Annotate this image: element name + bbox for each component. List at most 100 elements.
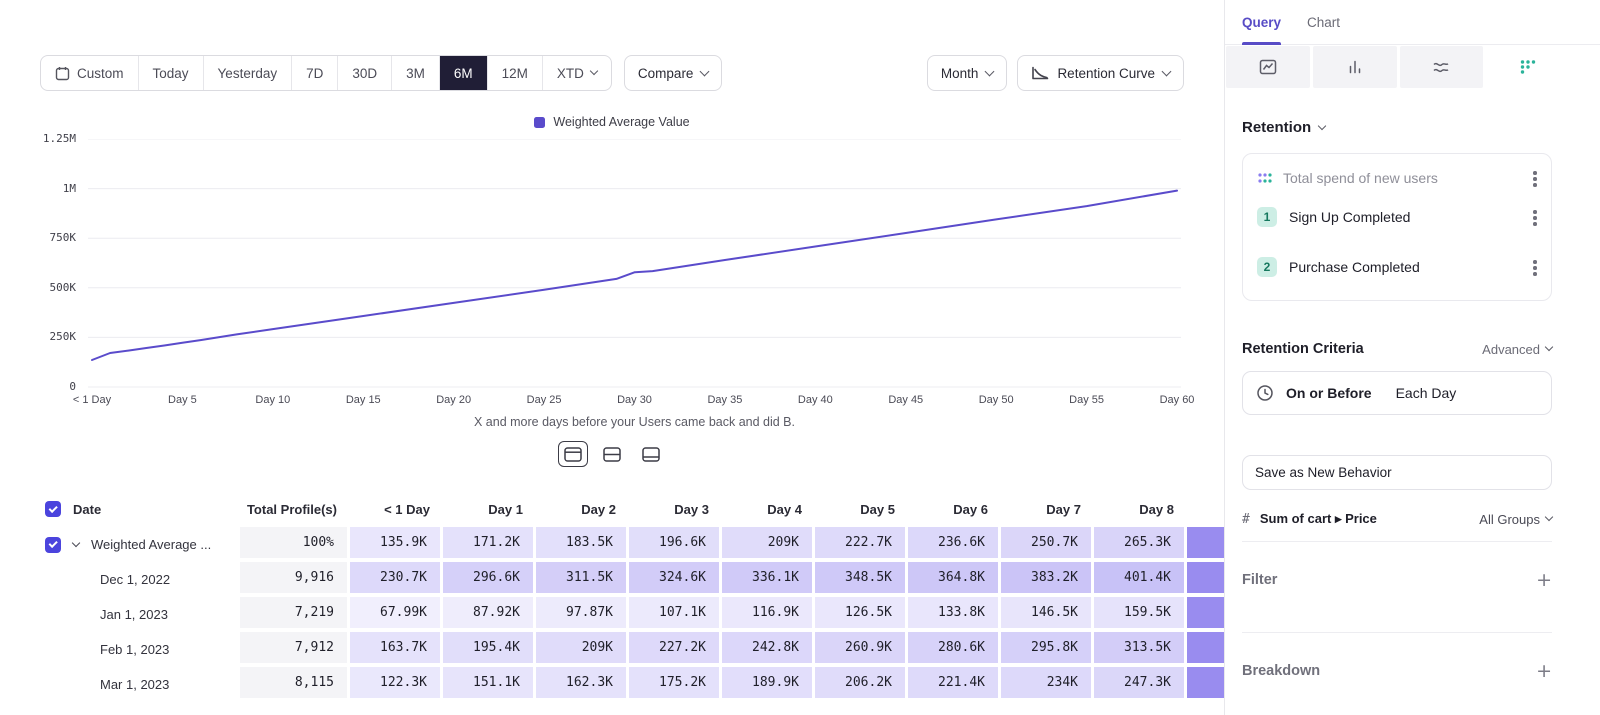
retention-value-cell[interactable]: 159.5K [1094,597,1187,632]
retention-value-cell[interactable]: 348.5K [815,562,908,597]
report-type-label: Retention [1242,119,1311,136]
retention-value-cell[interactable]: 227.2K [629,632,722,667]
row-label: Jan 1, 2023 [100,607,168,622]
retention-value-cell[interactable]: 296.6K [443,562,536,597]
criteria-frequency-select[interactable]: Each Day [1396,385,1457,401]
behavior-title-row[interactable]: Total spend of new users [1249,160,1545,192]
range-today[interactable]: Today [139,56,204,90]
retention-value-cell[interactable]: 163.7K [350,632,443,667]
report-type-selector[interactable]: Retention [1242,119,1552,136]
retention-value-cell[interactable]: 196.6K [629,527,722,562]
kebab-menu-icon[interactable] [1533,209,1537,225]
retention-value-cell[interactable]: 183.5K [536,527,629,562]
retention-value-cell[interactable]: 383.2K [1001,562,1094,597]
retention-value-cell[interactable]: 234K [1001,667,1094,702]
retention-value-cell[interactable]: 313.5K [1094,632,1187,667]
chart-type-button[interactable]: Retention Curve [1017,55,1184,91]
retention-value-cell[interactable]: 324.6K [629,562,722,597]
retention-value-cell[interactable]: 209K [722,527,815,562]
retention-value-cell[interactable]: 97.87K [536,597,629,632]
retention-chart-button[interactable] [1486,46,1570,88]
view-toggle-single[interactable] [636,441,666,467]
kebab-menu-icon[interactable] [1533,259,1537,275]
retention-value-cell[interactable]: 151.1K [443,667,536,702]
range-6m[interactable]: 6M [440,56,488,90]
table-row: Weighted Average ...100%135.9K171.2K183.… [0,527,1224,562]
retention-value-cell[interactable]: 126.5K [815,597,908,632]
criteria-mode-dropdown[interactable]: Advanced [1482,342,1552,357]
chart-canvas [88,139,1181,391]
tab-chart[interactable]: Chart [1307,0,1340,44]
criteria-condition-box[interactable]: On or Before Each Day [1242,371,1552,415]
column-header-day: < 1 Day [350,491,443,527]
view-toggle-split[interactable] [558,441,588,467]
retention-value-cell[interactable]: 280.6K [908,632,1001,667]
retention-value-cell[interactable]: 242.8K [722,632,815,667]
retention-value-cell[interactable]: 146.5K [1001,597,1094,632]
retention-value-cell[interactable]: 206.2K [815,667,908,702]
kebab-menu-icon[interactable] [1533,170,1537,186]
row-label: Weighted Average ... [91,537,211,552]
behavior-step-1[interactable]: 1 Sign Up Completed [1249,192,1545,242]
range-yesterday[interactable]: Yesterday [204,56,293,90]
granularity-button[interactable]: Month [927,55,1008,91]
retention-value-cell[interactable]: 107.1K [629,597,722,632]
retention-chart-icon [1519,59,1537,75]
retention-value-cell[interactable]: 260.9K [815,632,908,667]
save-as-new-behavior-button[interactable]: Save as New Behavior [1242,455,1552,490]
range-30d[interactable]: 30D [338,56,392,90]
select-all-checkbox[interactable] [45,501,61,517]
range-xtd[interactable]: XTD [543,56,611,90]
groups-dropdown[interactable]: All Groups [1479,512,1552,527]
retention-value-cell[interactable]: 116.9K [722,597,815,632]
retention-value-cell[interactable]: 195.4K [443,632,536,667]
retention-line-chart[interactable]: X and more days before your Users came b… [0,131,1224,433]
retention-value-cell[interactable]: 135.9K [350,527,443,562]
retention-value-cell[interactable]: 236.6K [908,527,1001,562]
chevron-down-icon [700,66,710,76]
retention-value-cell[interactable]: 209K [536,632,629,667]
retention-value-cell[interactable]: 265.3K [1094,527,1187,562]
retention-value-cell[interactable]: 401.4K [1094,562,1187,597]
retention-value-cell[interactable]: 87.92K [443,597,536,632]
range-3m[interactable]: 3M [392,56,440,90]
chevron-down-icon [1318,121,1326,129]
retention-value-cell[interactable]: 67.99K [350,597,443,632]
insights-chart-button[interactable] [1226,46,1310,88]
retention-value-cell[interactable]: 122.3K [350,667,443,702]
measurement-property[interactable]: Sum of cart ▸ Price [1260,511,1377,527]
add-filter-button[interactable]: + [1536,571,1552,590]
retention-value-cell[interactable]: 364.8K [908,562,1001,597]
criteria-condition-select[interactable]: On or Before [1286,385,1372,401]
x-axis-caption: X and more days before your Users came b… [88,415,1181,429]
retention-value-cell[interactable]: 222.7K [815,527,908,562]
row-checkbox[interactable] [45,537,61,553]
retention-value-cell[interactable]: 189.9K [722,667,815,702]
compare-button[interactable]: Compare [624,55,723,91]
insights-chart-icon [1259,59,1277,75]
retention-value-cell[interactable]: 311.5K [536,562,629,597]
range-custom[interactable]: Custom [41,56,139,90]
retention-value-cell[interactable]: 162.3K [536,667,629,702]
retention-value-cell[interactable]: 175.2K [629,667,722,702]
retention-value-cell[interactable]: 230.7K [350,562,443,597]
retention-value-cell[interactable]: 250.7K [1001,527,1094,562]
add-breakdown-button[interactable]: + [1536,662,1552,681]
retention-value-cell[interactable]: 295.8K [1001,632,1094,667]
table-body: Weighted Average ...100%135.9K171.2K183.… [0,527,1224,702]
retention-value-cell[interactable]: 133.8K [908,597,1001,632]
retention-value-cell[interactable]: 336.1K [722,562,815,597]
retention-value-cell[interactable]: 247.3K [1094,667,1187,702]
flows-chart-button[interactable] [1400,46,1484,88]
bar-chart-button[interactable] [1313,46,1397,88]
range-7d[interactable]: 7D [292,56,338,90]
behavior-step-2[interactable]: 2 Purchase Completed [1249,242,1545,292]
tab-query[interactable]: Query [1242,0,1281,44]
retention-value-cell[interactable]: 221.4K [908,667,1001,702]
legend-swatch [534,117,545,128]
row-expand-chevron-icon[interactable] [72,538,80,546]
retention-value-cell[interactable]: 171.2K [443,527,536,562]
view-toggle-stacked[interactable] [597,441,627,467]
range-12m[interactable]: 12M [488,56,543,90]
next-column-sliver [1187,632,1224,667]
